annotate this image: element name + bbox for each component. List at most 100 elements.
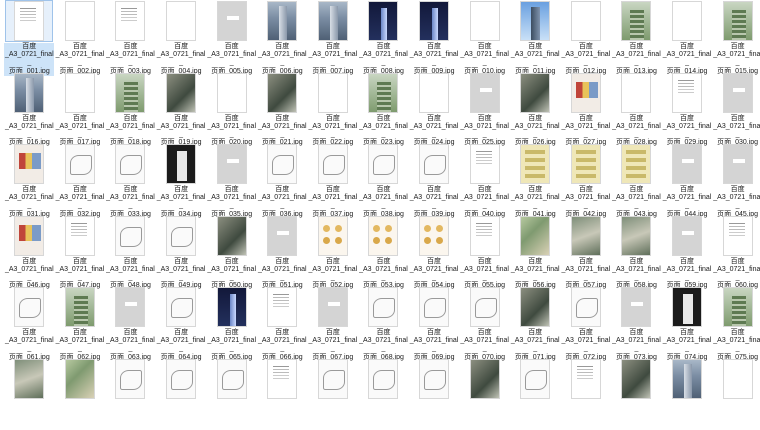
file-item[interactable]: 百度_A3_0721_final_页面_042.jpg: [561, 144, 612, 216]
file-item[interactable]: 百度_A3_0721_final_页面_045.jpg: [712, 144, 760, 216]
image-thumbnail: [520, 359, 550, 399]
file-item[interactable]: 百度_A3_0721_final_页面_050.jpg: [206, 216, 257, 288]
file-item[interactable]: 百度_A3_0721_final_页面_028.jpg: [611, 73, 662, 145]
file-item[interactable]: 百度_A3_0721_final_页面_069.jpg: [409, 287, 460, 359]
file-item[interactable]: 百度_A3_0721_final_页面_022.jpg: [308, 73, 359, 145]
file-item[interactable]: 百度_A3_0721_final_页面_057.jpg: [561, 216, 612, 288]
file-item[interactable]: 百度_A3_0721_final_页面_047.jpg: [55, 216, 106, 288]
file-item[interactable]: 百度_A3_0721_final_页面_002.jpg: [55, 1, 106, 73]
file-item[interactable]: 百度_A3_0721_final_页面_058.jpg: [611, 216, 662, 288]
file-item[interactable]: 百度_A3_0721_final_页面_072.jpg: [561, 287, 612, 359]
file-item[interactable]: 百度_A3_0721_final_页面_014.jpg: [662, 1, 713, 73]
file-name-line: _A3_0721_final_: [105, 123, 155, 139]
file-item[interactable]: 百度_A3_0721_final_页面_068.jpg: [358, 287, 409, 359]
image-thumbnail: [672, 73, 702, 113]
file-item[interactable]: 百度_A3_0721_final_页面_041.jpg: [510, 144, 561, 216]
file-item[interactable]: 百度_A3_0721_final_页面_052.jpg: [308, 216, 359, 288]
file-item[interactable]: 百度_A3_0721_final_页面_006.jpg: [257, 1, 308, 73]
file-item[interactable]: 百度_A3_0721_final_页面_055.jpg: [459, 216, 510, 288]
file-item[interactable]: 百度_A3_0721_final_页面_034.jpg: [156, 144, 207, 216]
file-item[interactable]: 百度_A3_0721_final_页面_060.jpg: [712, 216, 760, 288]
file-item[interactable]: 百度_A3_0721_final_页面_064.jpg: [156, 287, 207, 359]
file-item[interactable]: 百度_A3_0721_final_页面_019.jpg: [156, 73, 207, 145]
file-item[interactable]: 百度_A3_0721_final_页面_020.jpg: [206, 73, 257, 145]
file-item[interactable]: [308, 359, 359, 430]
thumbnail-frame: [107, 359, 153, 399]
file-item[interactable]: [4, 359, 55, 430]
thumbnail-frame: [411, 73, 457, 113]
file-item[interactable]: 百度_A3_0721_final_页面_062.jpg: [55, 287, 106, 359]
file-item[interactable]: [561, 359, 612, 430]
file-item[interactable]: 百度_A3_0721_final_页面_070.jpg: [459, 287, 510, 359]
file-item[interactable]: 百度_A3_0721_final_页面_015.jpg: [712, 1, 760, 73]
file-item[interactable]: 百度_A3_0721_final_页面_063.jpg: [105, 287, 156, 359]
file-item[interactable]: 百度_A3_0721_final_页面_065.jpg: [206, 287, 257, 359]
file-item[interactable]: 百度_A3_0721_final_页面_033.jpg: [105, 144, 156, 216]
file-item[interactable]: 百度_A3_0721_final_页面_024.jpg: [409, 73, 460, 145]
file-item[interactable]: 百度_A3_0721_final_页面_004.jpg: [156, 1, 207, 73]
file-item[interactable]: 百度_A3_0721_final_页面_021.jpg: [257, 73, 308, 145]
file-item[interactable]: 百度_A3_0721_final_页面_010.jpg: [459, 1, 510, 73]
file-item[interactable]: [459, 359, 510, 430]
file-name-label: 百度_A3_0721_final_页面_017.jpg: [55, 115, 105, 148]
file-item[interactable]: 百度_A3_0721_final_页面_059.jpg: [662, 216, 713, 288]
file-item[interactable]: 百度_A3_0721_final_页面_003.jpg: [105, 1, 156, 73]
file-item[interactable]: [712, 359, 760, 430]
file-item[interactable]: 百度_A3_0721_final_页面_048.jpg: [105, 216, 156, 288]
image-thumbnail: [14, 144, 44, 184]
file-item[interactable]: 百度_A3_0721_final_页面_013.jpg: [611, 1, 662, 73]
file-item[interactable]: 百度_A3_0721_final_页面_075.jpg: [712, 287, 760, 359]
file-item[interactable]: [611, 359, 662, 430]
file-item[interactable]: 百度_A3_0721_final_页面_029.jpg: [662, 73, 713, 145]
file-item[interactable]: 百度_A3_0721_final_页面_032.jpg: [55, 144, 106, 216]
file-item[interactable]: 百度_A3_0721_final_页面_023.jpg: [358, 73, 409, 145]
file-item[interactable]: 百度_A3_0721_final_页面_011.jpg: [510, 1, 561, 73]
file-item[interactable]: [156, 359, 207, 430]
file-item[interactable]: 百度_A3_0721_final_页面_036.jpg: [257, 144, 308, 216]
file-item[interactable]: [662, 359, 713, 430]
file-item[interactable]: 百度_A3_0721_final_页面_067.jpg: [308, 287, 359, 359]
file-item[interactable]: 百度_A3_0721_final_页面_007.jpg: [308, 1, 359, 73]
file-item[interactable]: 百度_A3_0721_final_页面_030.jpg: [712, 73, 760, 145]
file-item[interactable]: [105, 359, 156, 430]
file-item[interactable]: 百度_A3_0721_final_页面_073.jpg: [611, 287, 662, 359]
file-item[interactable]: 百度_A3_0721_final_页面_008.jpg: [358, 1, 409, 73]
file-item[interactable]: [409, 359, 460, 430]
file-item[interactable]: 百度_A3_0721_final_页面_039.jpg: [409, 144, 460, 216]
file-item[interactable]: 百度_A3_0721_final_页面_025.jpg: [459, 73, 510, 145]
file-item[interactable]: 百度_A3_0721_final_页面_017.jpg: [55, 73, 106, 145]
file-item[interactable]: 百度_A3_0721_final_页面_061.jpg: [4, 287, 55, 359]
file-item[interactable]: 百度_A3_0721_final_页面_054.jpg: [409, 216, 460, 288]
file-item[interactable]: 百度_A3_0721_final_页面_035.jpg: [206, 144, 257, 216]
file-item[interactable]: 百度_A3_0721_final_页面_043.jpg: [611, 144, 662, 216]
file-item[interactable]: 百度_A3_0721_final_页面_027.jpg: [561, 73, 612, 145]
file-item[interactable]: 百度_A3_0721_final_页面_038.jpg: [358, 144, 409, 216]
file-item[interactable]: [55, 359, 106, 430]
file-item[interactable]: 百度_A3_0721_final_页面_018.jpg: [105, 73, 156, 145]
file-name-line: 百度: [207, 258, 257, 266]
file-item[interactable]: 百度_A3_0721_final_页面_056.jpg: [510, 216, 561, 288]
file-item[interactable]: [510, 359, 561, 430]
file-item[interactable]: 百度_A3_0721_final_页面_016.jpg: [4, 73, 55, 145]
file-item[interactable]: 百度_A3_0721_final_页面_031.jpg: [4, 144, 55, 216]
file-item[interactable]: 百度_A3_0721_final_页面_053.jpg: [358, 216, 409, 288]
file-item[interactable]: 百度_A3_0721_final_页面_040.jpg: [459, 144, 510, 216]
file-item[interactable]: 百度_A3_0721_final_页面_049.jpg: [156, 216, 207, 288]
file-item[interactable]: [358, 359, 409, 430]
file-item[interactable]: 百度_A3_0721_final_页面_074.jpg: [662, 287, 713, 359]
file-item[interactable]: 百度_A3_0721_final_页面_009.jpg: [409, 1, 460, 73]
file-item[interactable]: 百度_A3_0721_final_页面_005.jpg: [206, 1, 257, 73]
file-name-line: _A3_0721_final_: [308, 123, 358, 139]
file-item[interactable]: 百度_A3_0721_final_页面_026.jpg: [510, 73, 561, 145]
file-item[interactable]: 百度_A3_0721_final_页面_044.jpg: [662, 144, 713, 216]
thumbnail-frame: [107, 216, 153, 256]
file-item[interactable]: 百度_A3_0721_final_页面_012.jpg: [561, 1, 612, 73]
file-item[interactable]: 百度_A3_0721_final_页面_037.jpg: [308, 144, 359, 216]
file-item[interactable]: 百度_A3_0721_final_页面_051.jpg: [257, 216, 308, 288]
file-item[interactable]: 百度_A3_0721_final_页面_046.jpg: [4, 216, 55, 288]
file-item[interactable]: [206, 359, 257, 430]
file-item[interactable]: 百度_A3_0721_final_页面_071.jpg: [510, 287, 561, 359]
file-item[interactable]: [257, 359, 308, 430]
file-item[interactable]: 百度_A3_0721_final_页面_001.jpg: [4, 1, 55, 73]
file-item[interactable]: 百度_A3_0721_final_页面_066.jpg: [257, 287, 308, 359]
